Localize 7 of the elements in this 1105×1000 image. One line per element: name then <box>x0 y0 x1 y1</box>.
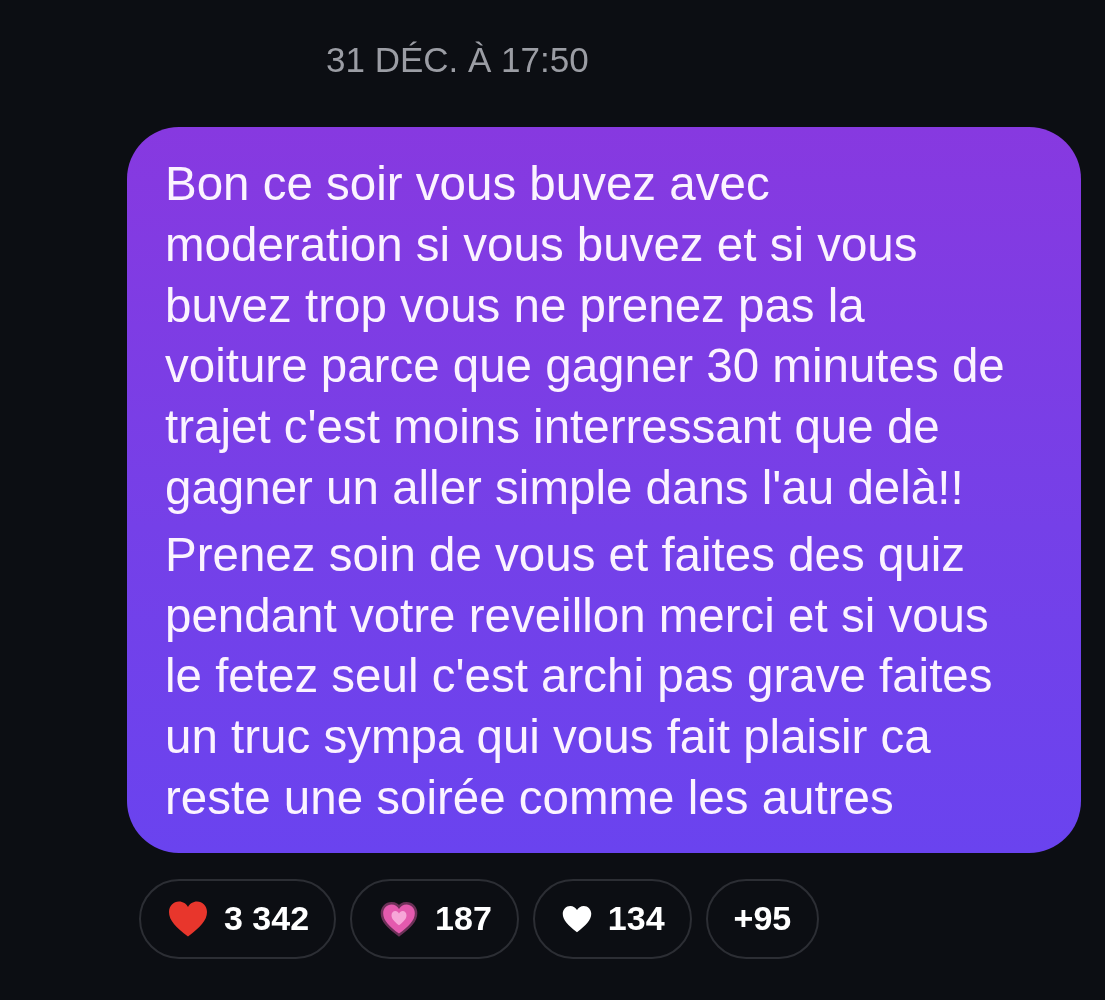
message-timestamp: 31 DÉC. À 17:50 <box>326 40 589 80</box>
reaction-button[interactable]: 3 342 <box>139 878 337 959</box>
message-text: Prenez soin de vous et faites des quiz pendant votre reveillon merci et si vous le fetez seul c'est archi pas grave faites un truc sympa qui vous fait plaisir ca reste une soirée comme les autres <box>165 526 993 826</box>
reaction-button[interactable]: 134 <box>532 878 692 959</box>
reaction-button[interactable]: 187 <box>350 878 519 959</box>
more-reactions-button[interactable]: +95 <box>705 878 820 959</box>
message-text: Bon ce soir vous buvez avec moderation si vous buvez et si vous buvez trop vous ne prenez pas la voiture parce que gagner 30 minutes de trajet c'est moins interressant que de gagner un aller simple dans l'au delà!! <box>165 156 1005 516</box>
